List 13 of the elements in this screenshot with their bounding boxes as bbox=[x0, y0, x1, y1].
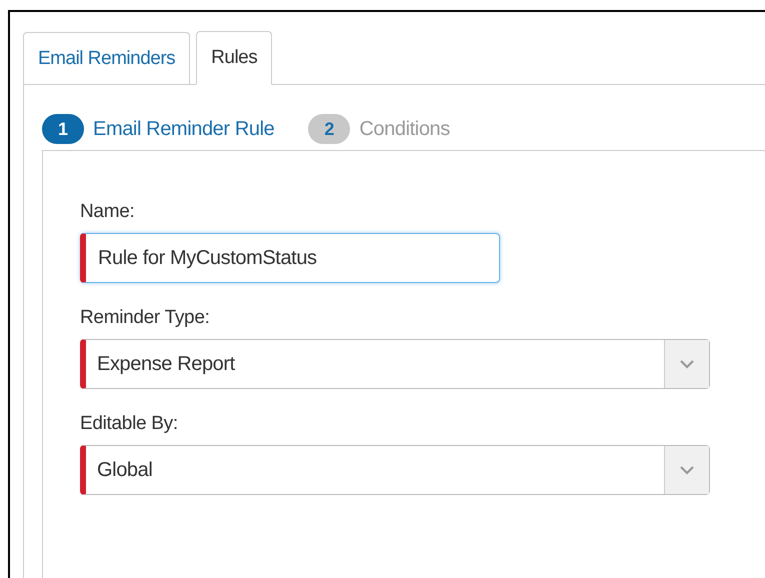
tab[interactable]: Email Reminders bbox=[23, 32, 190, 84]
step-number: 1 bbox=[42, 114, 84, 144]
field-label: Editable By: bbox=[80, 413, 179, 435]
dropdown[interactable]: Global bbox=[80, 445, 710, 495]
input-field[interactable]: Rule for MyCustomStatus bbox=[80, 233, 500, 283]
field-label: Name: bbox=[80, 201, 136, 223]
caret-icon bbox=[679, 465, 695, 475]
dropdown[interactable]: Expense Report bbox=[80, 339, 710, 389]
tab[interactable]: Rules bbox=[196, 31, 272, 85]
caret-icon bbox=[679, 359, 695, 369]
field-label: Reminder Type: bbox=[80, 307, 211, 329]
step-number: 2 bbox=[308, 114, 350, 144]
step-label[interactable]: Email Reminder Rule bbox=[93, 118, 274, 140]
